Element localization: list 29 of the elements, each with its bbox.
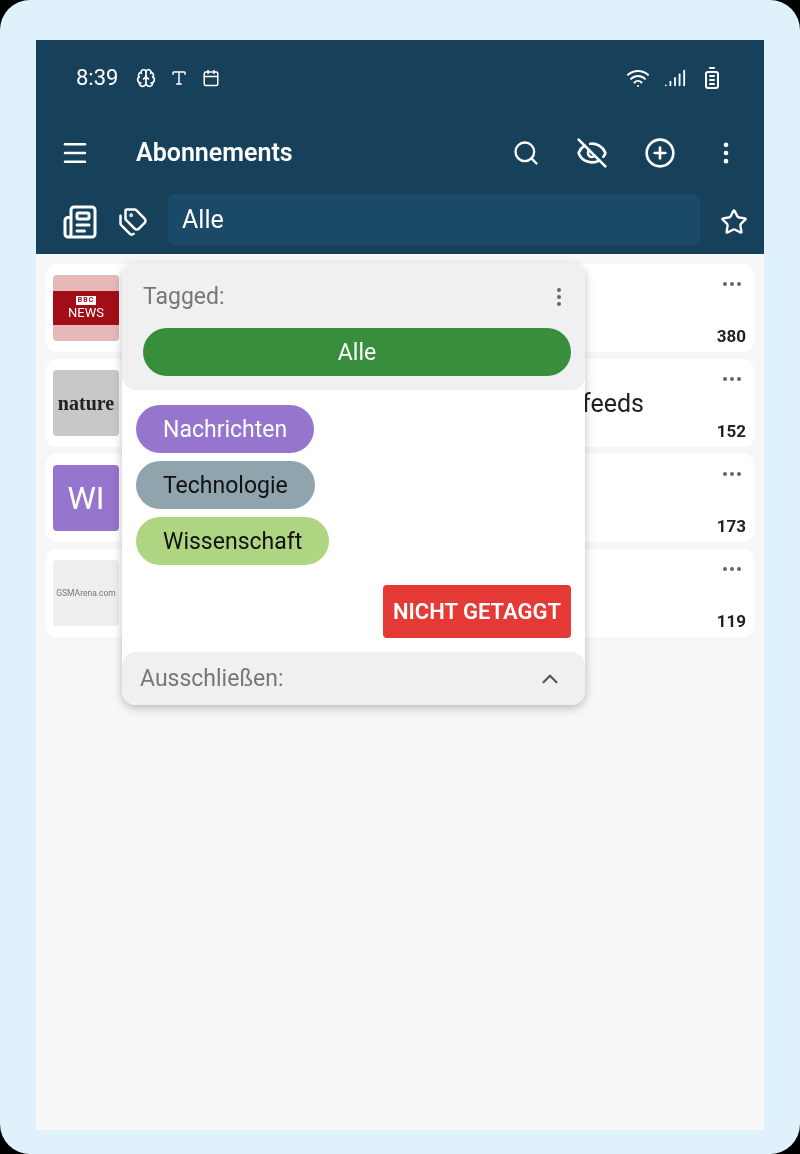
tag-chip[interactable]: Technologie xyxy=(136,461,315,509)
unread-count: 119 xyxy=(716,611,746,631)
untagged-button[interactable]: NICHT GETAGGT xyxy=(382,585,571,638)
tag-filter-field[interactable]: Alle xyxy=(168,193,700,245)
newspaper-icon[interactable] xyxy=(62,204,98,240)
eye-off-icon[interactable] xyxy=(576,136,608,169)
calendar-icon xyxy=(202,68,221,87)
logo-text: nature xyxy=(57,391,115,415)
exclude-section[interactable]: Ausschließen: xyxy=(122,652,585,705)
search-icon[interactable] xyxy=(512,138,540,167)
tag-chip[interactable]: Wissenschaft xyxy=(136,517,330,565)
star-icon[interactable] xyxy=(720,208,748,236)
toolbar-title: Abonnements xyxy=(136,138,294,167)
add-icon[interactable] xyxy=(644,136,676,169)
exclude-label: Ausschließen: xyxy=(140,665,284,692)
avatar-initials: WI xyxy=(67,479,105,517)
all-tags-chip[interactable]: Alle xyxy=(143,328,571,376)
text-icon xyxy=(170,68,189,87)
tag-chip[interactable]: Nachrichten xyxy=(136,405,315,453)
subscription-title: feeds xyxy=(582,388,644,418)
status-time: 8:39 xyxy=(76,65,119,90)
brain-icon xyxy=(136,67,157,88)
unread-count: 173 xyxy=(716,516,746,536)
tags-icon[interactable] xyxy=(118,207,148,237)
logo-text: NEWS xyxy=(68,305,104,320)
unread-count: 380 xyxy=(716,326,746,346)
logo-text: GSMArena.com xyxy=(56,588,116,598)
popup-heading: Tagged: xyxy=(143,283,225,310)
unread-count: 152 xyxy=(716,421,746,441)
